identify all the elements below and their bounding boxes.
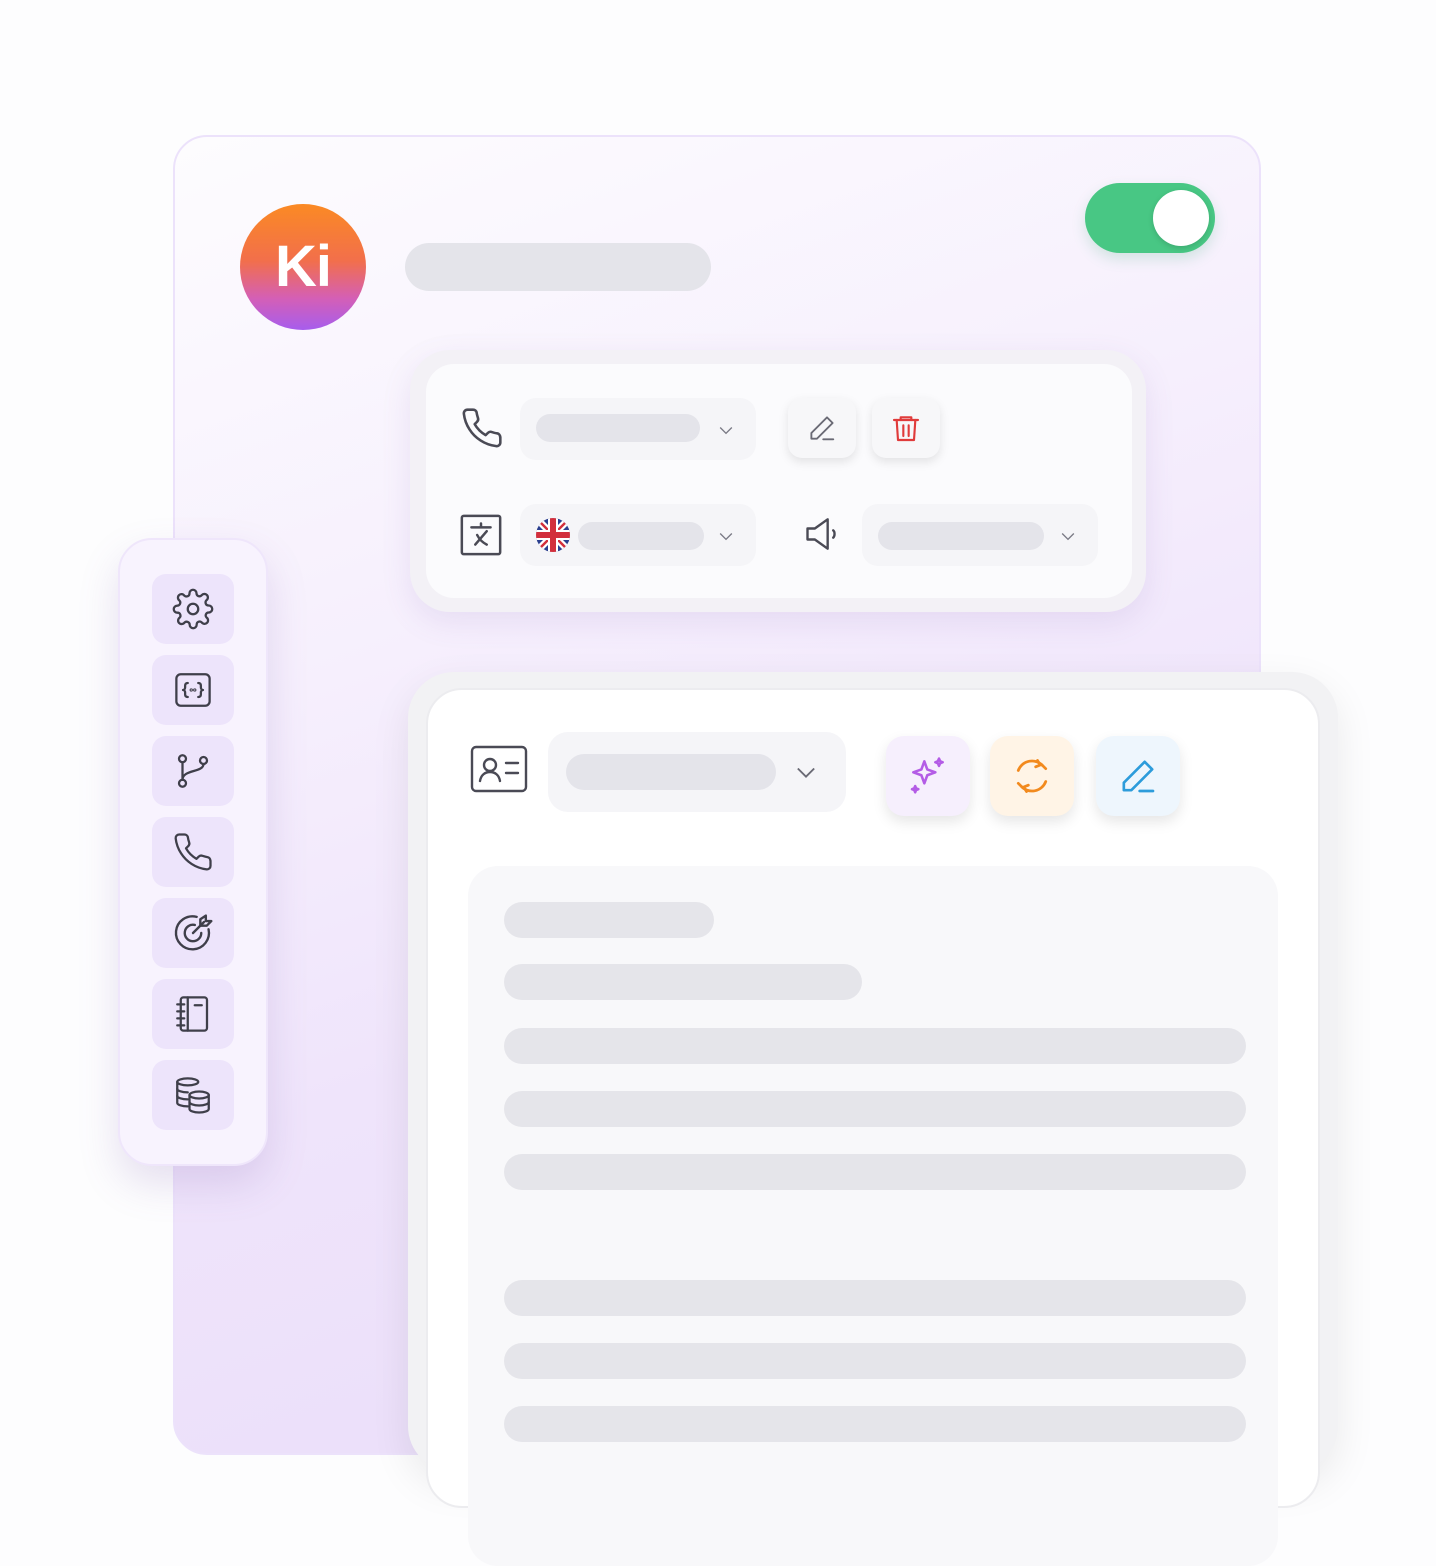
delete-button[interactable] bbox=[872, 398, 940, 458]
phone-icon bbox=[174, 833, 212, 871]
sidebar-item-variables[interactable] bbox=[152, 655, 234, 725]
select-value-placeholder bbox=[536, 414, 700, 442]
language-select[interactable] bbox=[520, 504, 756, 566]
toggle-knob bbox=[1153, 190, 1209, 246]
notebook-icon bbox=[176, 996, 209, 1032]
persona-select[interactable] bbox=[548, 732, 846, 812]
text-line-placeholder bbox=[504, 1343, 1246, 1379]
chevron-down-icon bbox=[719, 533, 733, 541]
pencil-icon bbox=[1122, 760, 1155, 793]
text-line-placeholder bbox=[504, 1154, 1246, 1190]
ai-generate-button[interactable] bbox=[886, 736, 970, 816]
sidebar-item-settings[interactable] bbox=[152, 574, 234, 644]
text-line-placeholder bbox=[504, 1028, 1246, 1064]
sparkle-icon bbox=[910, 757, 944, 794]
git-branch-icon bbox=[177, 754, 209, 788]
text-line-placeholder bbox=[504, 1280, 1246, 1316]
edit-prompt-button[interactable] bbox=[1096, 736, 1180, 816]
select-value-placeholder bbox=[566, 754, 776, 790]
sidebar-item-calls[interactable] bbox=[152, 817, 234, 887]
database-icon bbox=[176, 1077, 210, 1114]
refresh-button[interactable] bbox=[990, 736, 1074, 816]
text-line-placeholder bbox=[504, 1091, 1246, 1127]
phone-icon bbox=[460, 406, 504, 450]
phone-number-select[interactable] bbox=[520, 398, 756, 460]
pencil-icon bbox=[810, 416, 835, 441]
text-line-placeholder bbox=[504, 964, 862, 1000]
sidebar bbox=[118, 538, 268, 1166]
text-line-placeholder bbox=[504, 902, 714, 938]
prompt-text-area[interactable] bbox=[468, 866, 1278, 1566]
voice-select[interactable] bbox=[862, 504, 1098, 566]
avatar: Ki bbox=[240, 204, 366, 330]
trash-icon bbox=[892, 416, 920, 442]
edit-button[interactable] bbox=[788, 398, 856, 458]
settings-panel-inner bbox=[426, 364, 1132, 598]
sidebar-item-flows[interactable] bbox=[152, 736, 234, 806]
settings-panel bbox=[410, 350, 1146, 612]
chevron-down-icon bbox=[1061, 533, 1075, 541]
select-value-placeholder bbox=[878, 522, 1044, 550]
text-line-placeholder bbox=[504, 1406, 1246, 1442]
sidebar-item-knowledge[interactable] bbox=[152, 979, 234, 1049]
refresh-icon bbox=[1016, 759, 1048, 793]
sidebar-item-goals[interactable] bbox=[152, 898, 234, 968]
speaker-icon bbox=[802, 512, 846, 556]
prompt-panel-inner bbox=[426, 688, 1320, 1566]
chevron-down-icon bbox=[797, 767, 815, 778]
target-icon bbox=[174, 914, 213, 951]
code-braces-icon bbox=[175, 673, 211, 707]
gear-icon bbox=[172, 588, 214, 630]
sidebar-item-data[interactable] bbox=[152, 1060, 234, 1130]
agent-active-toggle[interactable] bbox=[1085, 183, 1215, 253]
agent-name-placeholder bbox=[405, 243, 711, 291]
uk-flag-icon bbox=[536, 518, 570, 552]
select-value-placeholder bbox=[578, 522, 704, 550]
contact-card-icon bbox=[470, 744, 528, 796]
chevron-down-icon bbox=[719, 427, 733, 435]
prompt-panel bbox=[408, 672, 1338, 1566]
translate-icon bbox=[458, 512, 504, 558]
